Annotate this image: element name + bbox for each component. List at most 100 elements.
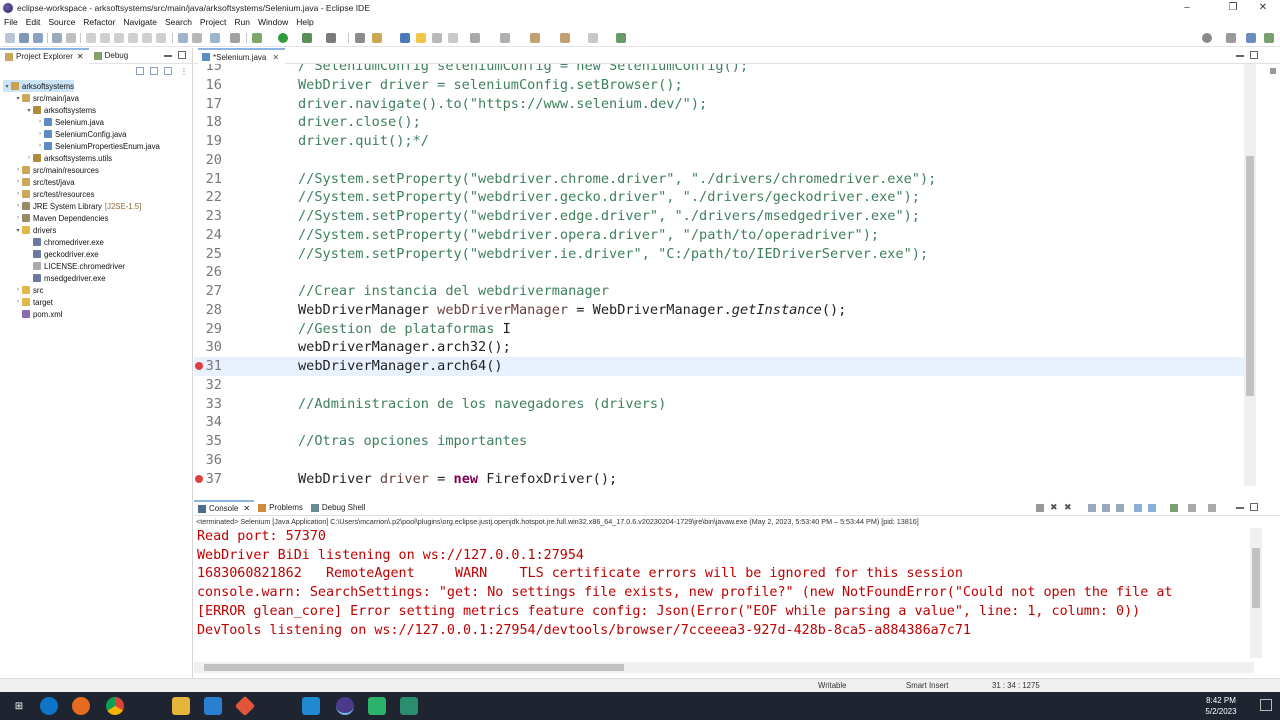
expanded-arrow-icon[interactable]: ▾: [25, 107, 33, 114]
external-tools-icon[interactable]: [326, 33, 336, 43]
app-icon[interactable]: [400, 697, 418, 715]
back-history-icon[interactable]: [560, 33, 570, 43]
save-icon[interactable]: [19, 33, 29, 43]
view-menu-icon[interactable]: ⋮: [180, 67, 188, 76]
tree-item[interactable]: › arksoftsystems.utils: [25, 152, 112, 164]
filter-icon[interactable]: [164, 67, 172, 75]
scroll-lock-icon[interactable]: [1102, 504, 1110, 512]
code-line[interactable]: 16 WebDriver driver = seleniumConfig.setB…: [194, 76, 1244, 95]
code-line[interactable]: 18 driver.close();: [194, 113, 1244, 132]
show-stdout-icon[interactable]: [1134, 504, 1142, 512]
tree-item[interactable]: ▾ src/main/java: [14, 92, 78, 104]
code-line[interactable]: 31 webDriverManager.arch64(): [194, 357, 1244, 376]
code-line[interactable]: 26: [194, 263, 1244, 282]
collapsed-arrow-icon[interactable]: ›: [14, 215, 22, 221]
code-line[interactable]: 23 //System.setProperty("webdriver.edge.d…: [194, 207, 1244, 226]
menu-source[interactable]: Source: [48, 17, 75, 27]
back-icon[interactable]: [530, 33, 540, 43]
step-over-icon[interactable]: [142, 33, 152, 43]
tree-item[interactable]: ▾ arksoftsystems: [3, 80, 74, 92]
pin-editor-icon[interactable]: [616, 33, 626, 43]
tree-item[interactable]: msedgedriver.exe: [25, 272, 106, 284]
last-edit-icon[interactable]: [500, 33, 510, 43]
tree-item[interactable]: ▾ arksoftsystems: [25, 104, 96, 116]
new-icon[interactable]: [5, 33, 15, 43]
tab-debug[interactable]: Debug: [89, 48, 134, 64]
menu-navigate[interactable]: Navigate: [123, 17, 157, 27]
tree-item[interactable]: › src/test/resources: [14, 188, 95, 200]
terminal-icon[interactable]: [368, 697, 386, 715]
new-java-project-icon[interactable]: [355, 33, 365, 43]
resume-icon[interactable]: [86, 33, 96, 43]
code-line[interactable]: 17 driver.navigate().to("https://www.sele…: [194, 95, 1244, 114]
collapsed-arrow-icon[interactable]: ›: [36, 131, 44, 137]
collapsed-arrow-icon[interactable]: ›: [14, 167, 22, 173]
debug-run-icon[interactable]: [252, 33, 262, 43]
eclipse-icon[interactable]: [336, 697, 354, 715]
terminate-icon[interactable]: [1036, 504, 1044, 512]
stop-icon[interactable]: [114, 33, 124, 43]
console-output[interactable]: Read port: 57370 WebDriver BiDi listening…: [197, 528, 1247, 646]
minimize-view-icon[interactable]: [164, 55, 172, 57]
code-line[interactable]: 35 //Otras opciones importantes: [194, 432, 1244, 451]
tree-item[interactable]: › JRE System Library [J2SE-1.5]: [14, 200, 141, 212]
tab-project-explorer[interactable]: Project Explorer ✕: [0, 47, 89, 64]
collapsed-arrow-icon[interactable]: ›: [36, 119, 44, 125]
tree-item[interactable]: › src/main/resources: [14, 164, 99, 176]
code-line[interactable]: 36: [194, 451, 1244, 470]
code-line[interactable]: 28 WebDriverManager webDriverManager = We…: [194, 301, 1244, 320]
close-tab-icon[interactable]: ✕: [77, 52, 84, 61]
minimize-editor-icon[interactable]: [1236, 55, 1244, 57]
notifications-icon[interactable]: [1260, 699, 1272, 711]
expanded-arrow-icon[interactable]: ▾: [14, 227, 22, 234]
run-icon[interactable]: [278, 33, 288, 43]
code-line[interactable]: 34: [194, 413, 1244, 432]
open-console-icon[interactable]: [1208, 504, 1216, 512]
console-vertical-scrollbar[interactable]: [1250, 528, 1262, 658]
tree-item[interactable]: › src/test/java: [14, 176, 75, 188]
show-stderr-icon[interactable]: [1148, 504, 1156, 512]
search-icon[interactable]: [1202, 33, 1212, 43]
code-line[interactable]: 15 / SeleniumConfig seleniumConfig = new …: [194, 64, 1244, 76]
suspend-icon[interactable]: [100, 33, 110, 43]
terminal-icon[interactable]: [52, 33, 62, 43]
code-line[interactable]: 25 //System.setProperty("webdriver.ie.dri…: [194, 245, 1244, 264]
java-perspective-icon[interactable]: [1246, 33, 1256, 43]
tab-debug-shell[interactable]: Debug Shell: [307, 500, 370, 516]
open-type-icon[interactable]: [178, 33, 188, 43]
maximize-console-icon[interactable]: [1250, 503, 1258, 511]
step-return-icon[interactable]: [156, 33, 166, 43]
tools-icon[interactable]: [230, 33, 240, 43]
toggle-mark-occurrences-icon[interactable]: [416, 33, 426, 43]
system-clock[interactable]: 8:42 PM 5/2/2023: [1196, 695, 1246, 717]
git-icon[interactable]: [234, 695, 256, 717]
clear-console-icon[interactable]: [1088, 504, 1096, 512]
windows-start-icon[interactable]: ⊞: [10, 697, 28, 715]
tree-item[interactable]: LICENSE.chromedriver: [25, 260, 125, 272]
open-perspective-icon[interactable]: [400, 33, 410, 43]
scrollbar-thumb[interactable]: [1252, 548, 1260, 608]
step-into-icon[interactable]: [128, 33, 138, 43]
pin-console-icon[interactable]: [1170, 504, 1178, 512]
link-with-editor-icon[interactable]: [150, 67, 158, 75]
format-icon[interactable]: [192, 33, 202, 43]
collapsed-arrow-icon[interactable]: ›: [14, 191, 22, 197]
tree-item[interactable]: ▾ drivers: [14, 224, 56, 236]
code-line[interactable]: 30 webDriverManager.arch32();: [194, 338, 1244, 357]
scrollbar-thumb[interactable]: [1246, 156, 1254, 396]
expanded-arrow-icon[interactable]: ▾: [14, 95, 22, 102]
build-icon[interactable]: [210, 33, 220, 43]
code-line[interactable]: 32: [194, 376, 1244, 395]
code-area[interactable]: 15 / SeleniumConfig seleniumConfig = new …: [194, 64, 1244, 486]
tree-item[interactable]: › SeleniumConfig.java: [36, 128, 127, 140]
code-line[interactable]: 37 WebDriver driver = new FirefoxDriver()…: [194, 470, 1244, 486]
file-explorer-icon[interactable]: [172, 697, 190, 715]
firefox-icon[interactable]: [72, 697, 90, 715]
tab-console[interactable]: Console ✕: [194, 499, 255, 516]
collapsed-arrow-icon[interactable]: ›: [14, 179, 22, 185]
collapsed-arrow-icon[interactable]: ›: [14, 203, 22, 209]
edge-icon[interactable]: [40, 697, 58, 715]
tree-item[interactable]: › SeleniumPropertiesEnum.java: [36, 140, 160, 152]
save-all-icon[interactable]: [33, 33, 43, 43]
remove-all-icon[interactable]: ✖: [1064, 502, 1072, 513]
